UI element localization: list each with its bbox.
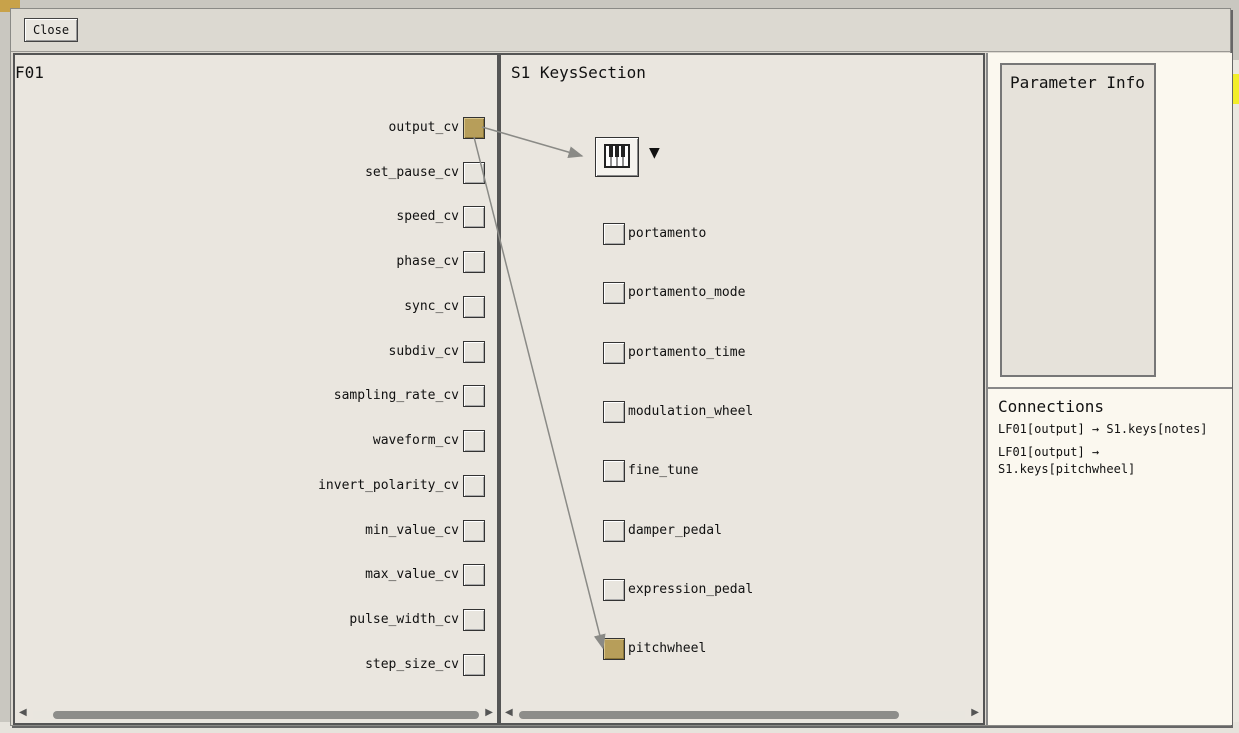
source-port-label: speed_cv: [396, 209, 459, 224]
patch-dialog: Close F01 output_cv set_pause_cv speed_cvp…: [10, 8, 1232, 726]
target-port-label: pitchwheel: [628, 641, 707, 656]
source-port-label: waveform_cv: [372, 433, 459, 448]
source-port-label: output_cv: [388, 120, 459, 135]
source-module-panel: F01 output_cv set_pause_cv speed_cv phase_c…: [13, 53, 499, 725]
source-port-label: subdiv_cv: [388, 344, 459, 359]
source-port-connector[interactable]: [463, 117, 485, 139]
source-port-label: sync_cv: [404, 299, 459, 314]
source-port-label: invert_polarity_cv: [318, 478, 459, 493]
source-port-row: output_cv: [15, 117, 497, 139]
target-port-label: modulation_wheel: [628, 404, 754, 419]
target-port-label: portamento_mode: [628, 285, 746, 300]
target-port-connector[interactable]: [603, 520, 625, 542]
target-port-row: damper_pedal: [603, 520, 903, 542]
source-module-title: F01: [15, 63, 44, 82]
source-port-row: sync_cv: [15, 296, 497, 318]
scroll-right-icon[interactable]: ▶: [485, 707, 493, 718]
target-port-label: expression_pedal: [628, 582, 754, 597]
connection-entry[interactable]: LF01[output] →: [998, 444, 1099, 461]
source-port-row: phase_cv: [15, 251, 497, 273]
close-button[interactable]: Close: [24, 18, 78, 42]
target-port-connector[interactable]: [603, 342, 625, 364]
source-port-row: speed_cv: [15, 206, 497, 228]
source-port-label: step_size_cv: [365, 657, 459, 672]
target-port-row: pitchwheel: [603, 638, 903, 660]
source-port-row: invert_polarity_cv: [15, 475, 497, 497]
keys-input-button[interactable]: [595, 137, 639, 177]
source-port-row: max_value_cv: [15, 564, 497, 586]
target-port-connector[interactable]: [603, 223, 625, 245]
source-port-connector[interactable]: [463, 430, 485, 452]
target-port-row: portamento_time: [603, 342, 903, 364]
source-port-row: set_pause_cv: [15, 162, 497, 184]
connection-entry-continued[interactable]: S1.keys[pitchwheel]: [998, 461, 1135, 478]
target-port-connector[interactable]: [603, 401, 625, 423]
dialog-toolbar: Close: [11, 9, 1230, 52]
source-port-connector[interactable]: [463, 654, 485, 676]
piano-keys-icon: [604, 144, 630, 168]
target-port-connector[interactable]: [603, 282, 625, 304]
horizontal-scrollbar[interactable]: ◀ ▶: [19, 707, 493, 721]
source-port-label: phase_cv: [396, 254, 459, 269]
scroll-left-icon[interactable]: ◀: [19, 707, 27, 718]
source-port-connector[interactable]: [463, 296, 485, 318]
target-port-row: expression_pedal: [603, 579, 903, 601]
scroll-right-icon[interactable]: ▶: [971, 707, 979, 718]
connections-pane: Connections LF01[output] → S1.keys[notes…: [986, 387, 1232, 725]
target-port-row: fine_tune: [603, 460, 903, 482]
source-port-label: pulse_width_cv: [349, 612, 459, 627]
source-port-label: min_value_cv: [365, 523, 459, 538]
target-port-connector[interactable]: [603, 579, 625, 601]
target-port-label: portamento_time: [628, 345, 746, 360]
source-port-label: max_value_cv: [365, 567, 459, 582]
source-port-connector[interactable]: [463, 520, 485, 542]
source-port-row: pulse_width_cv: [15, 609, 497, 631]
scroll-thumb[interactable]: [519, 711, 899, 719]
parameter-info-box: Parameter Info: [1000, 63, 1156, 377]
target-port-row: modulation_wheel: [603, 401, 903, 423]
source-port-row: subdiv_cv: [15, 341, 497, 363]
target-port-label: portamento: [628, 226, 707, 241]
target-port-connector[interactable]: [603, 638, 625, 660]
target-port-label: fine_tune: [628, 463, 699, 478]
source-port-connector[interactable]: [463, 385, 485, 407]
source-port-connector[interactable]: [463, 609, 485, 631]
source-port-label: sampling_rate_cv: [333, 388, 459, 403]
source-port-connector[interactable]: [463, 206, 485, 228]
dropdown-arrow-icon[interactable]: ▼: [649, 145, 660, 161]
source-port-row: sampling_rate_cv: [15, 385, 497, 407]
source-port-connector[interactable]: [463, 251, 485, 273]
scroll-thumb[interactable]: [53, 711, 479, 719]
source-port-connector[interactable]: [463, 341, 485, 363]
source-port-connector[interactable]: [463, 162, 485, 184]
scroll-left-icon[interactable]: ◀: [505, 707, 513, 718]
parameter-info-pane: Parameter Info: [986, 53, 1232, 387]
source-port-label: set_pause_cv: [365, 165, 459, 180]
target-port-label: damper_pedal: [628, 523, 722, 538]
connections-title: Connections: [998, 397, 1104, 416]
source-port-row: waveform_cv: [15, 430, 497, 452]
source-port-row: min_value_cv: [15, 520, 497, 542]
source-port-row: step_size_cv: [15, 654, 497, 676]
target-port-connector[interactable]: [603, 460, 625, 482]
target-port-row: portamento_mode: [603, 282, 903, 304]
source-port-connector[interactable]: [463, 564, 485, 586]
horizontal-scrollbar[interactable]: ◀ ▶: [505, 707, 979, 721]
source-port-connector[interactable]: [463, 475, 485, 497]
target-port-row: portamento: [603, 223, 903, 245]
parameter-info-title: Parameter Info: [1010, 73, 1145, 92]
target-module-panel: S1 KeysSection ▼ portamento portamento_mo…: [499, 53, 985, 725]
target-module-title: S1 KeysSection: [511, 63, 646, 82]
connection-entry[interactable]: LF01[output] → S1.keys[notes]: [998, 421, 1208, 438]
